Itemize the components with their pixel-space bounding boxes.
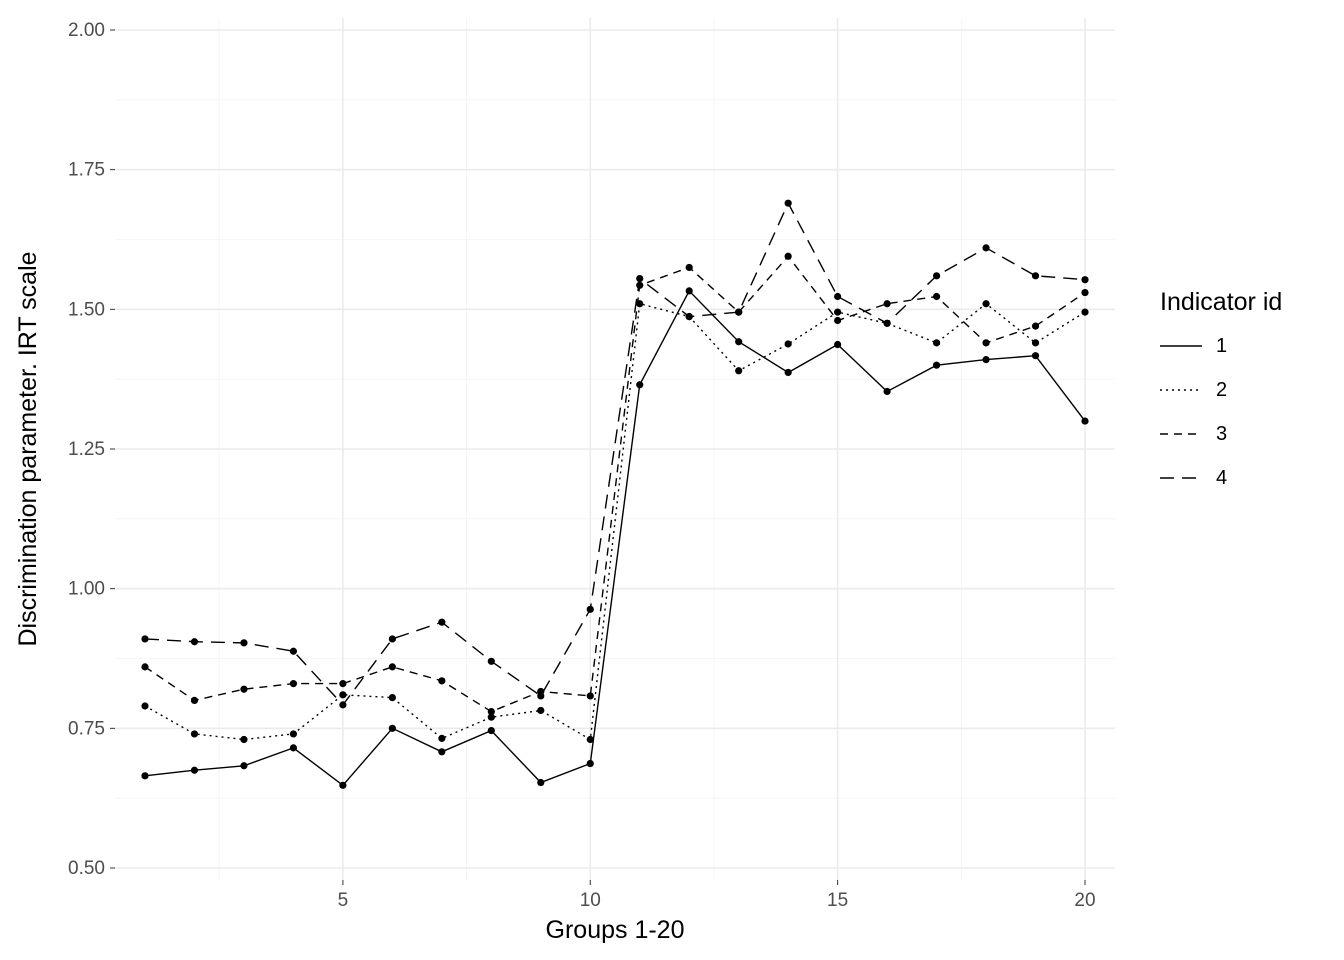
data-point — [636, 275, 643, 282]
data-point — [933, 362, 940, 369]
data-point — [735, 367, 742, 374]
data-point — [587, 736, 594, 743]
legend: Indicator id 1 2 3 4 — [1160, 288, 1282, 489]
legend-item: 2 — [1160, 379, 1227, 401]
x-tick-label: 15 — [827, 890, 848, 911]
legend-item: 1 — [1160, 335, 1227, 357]
legend-label: 2 — [1216, 379, 1227, 401]
data-point — [735, 338, 742, 345]
data-point — [141, 635, 148, 642]
legend-label: 4 — [1216, 467, 1227, 489]
data-point — [537, 707, 544, 714]
legend-item: 4 — [1160, 467, 1227, 489]
data-point — [141, 772, 148, 779]
legend-title: Indicator id — [1160, 288, 1282, 316]
legend-label: 1 — [1216, 335, 1227, 357]
data-point — [290, 744, 297, 751]
data-point — [339, 680, 346, 687]
data-point — [884, 388, 891, 395]
data-point — [785, 253, 792, 260]
chart-svg: 0.50 0.75 1.00 1.25 1.50 1.75 2.00 5 10 15 20 Group… — [0, 0, 1344, 960]
data-point — [1032, 352, 1039, 359]
data-point — [834, 317, 841, 324]
data-point — [141, 702, 148, 709]
x-tick-label: 10 — [580, 890, 601, 911]
data-point — [933, 339, 940, 346]
y-axis-title: Discrimination parameter. IRT scale — [14, 251, 42, 646]
data-point — [389, 635, 396, 642]
data-point — [834, 309, 841, 316]
y-tick-label: 0.75 — [68, 718, 105, 739]
data-point — [290, 648, 297, 655]
data-point — [339, 701, 346, 708]
data-point — [785, 200, 792, 207]
data-point — [735, 309, 742, 316]
data-point — [1081, 289, 1088, 296]
data-point — [438, 735, 445, 742]
legend-item: 3 — [1160, 423, 1227, 445]
data-point — [141, 663, 148, 670]
data-point — [587, 760, 594, 767]
y-tick-label: 1.00 — [68, 579, 105, 600]
x-tick-label: 5 — [338, 890, 349, 911]
data-point — [933, 272, 940, 279]
y-tick-label: 2.00 — [68, 20, 105, 41]
data-point — [686, 313, 693, 320]
data-point — [389, 725, 396, 732]
x-axis-title: Groups 1-20 — [546, 916, 685, 944]
data-point — [191, 638, 198, 645]
data-point — [636, 381, 643, 388]
data-point — [438, 677, 445, 684]
x-tick-label: 20 — [1074, 890, 1095, 911]
data-point — [982, 356, 989, 363]
y-tick-label: 0.50 — [68, 858, 105, 879]
data-point — [982, 339, 989, 346]
data-point — [1081, 276, 1088, 283]
legend-label: 3 — [1216, 423, 1227, 445]
data-point — [982, 244, 989, 251]
data-point — [488, 658, 495, 665]
data-point — [1032, 339, 1039, 346]
data-point — [1032, 272, 1039, 279]
data-point — [240, 639, 247, 646]
data-point — [488, 727, 495, 734]
data-point — [1081, 309, 1088, 316]
data-point — [884, 320, 891, 327]
data-point — [290, 730, 297, 737]
data-point — [785, 340, 792, 347]
data-point — [587, 692, 594, 699]
y-tick-label: 1.50 — [68, 299, 105, 320]
data-point — [537, 779, 544, 786]
data-point — [834, 341, 841, 348]
data-point — [438, 748, 445, 755]
data-point — [785, 369, 792, 376]
chart-container: 0.50 0.75 1.00 1.25 1.50 1.75 2.00 5 10 15 20 Group… — [0, 0, 1344, 960]
data-point — [191, 697, 198, 704]
y-tick-label: 1.75 — [68, 160, 105, 181]
data-point — [933, 293, 940, 300]
data-point — [389, 694, 396, 701]
data-point — [686, 264, 693, 271]
data-point — [1081, 417, 1088, 424]
data-point — [982, 300, 989, 307]
data-point — [339, 691, 346, 698]
data-point — [834, 293, 841, 300]
data-point — [488, 708, 495, 715]
data-point — [537, 692, 544, 699]
data-point — [290, 680, 297, 687]
data-point — [438, 619, 445, 626]
data-point — [389, 663, 396, 670]
data-point — [240, 686, 247, 693]
data-point — [884, 300, 891, 307]
data-point — [1032, 322, 1039, 329]
data-point — [240, 762, 247, 769]
data-point — [191, 767, 198, 774]
data-point — [686, 287, 693, 294]
data-point — [191, 730, 198, 737]
y-tick-label: 1.25 — [68, 439, 105, 460]
data-point — [339, 782, 346, 789]
data-point — [240, 736, 247, 743]
data-point — [587, 606, 594, 613]
